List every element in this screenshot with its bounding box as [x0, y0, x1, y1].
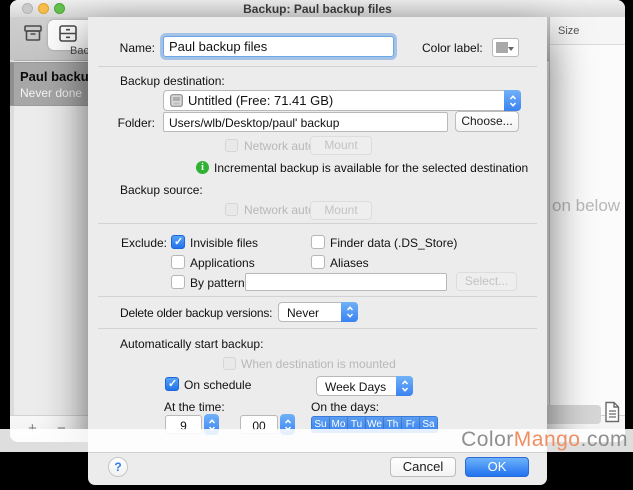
divider — [98, 296, 537, 297]
by-pattern-checkbox[interactable] — [171, 275, 185, 289]
on-schedule-label: On schedule — [184, 378, 251, 392]
folder-label: Folder: — [96, 116, 155, 130]
titlebar: Backup: Paul backup files — [10, 0, 625, 18]
name-input[interactable]: Paul backup files — [163, 36, 394, 57]
source-network-automount-checkbox[interactable] — [225, 203, 238, 216]
network-automount-checkbox[interactable] — [225, 139, 238, 152]
color-label-dropdown[interactable] — [492, 38, 519, 57]
schedule-popup[interactable]: Week Days — [316, 376, 413, 396]
backup-settings-sheet: Name: Paul backup files Color label: Bac… — [88, 17, 547, 485]
watermark-part3: .com — [580, 428, 628, 451]
document-icon[interactable] — [603, 401, 621, 428]
delete-versions-value: Never — [287, 306, 319, 320]
divider — [98, 66, 537, 67]
time-label: At the time: — [164, 400, 225, 414]
invisible-files-checkbox[interactable] — [171, 235, 185, 249]
cancel-button[interactable]: Cancel — [390, 457, 456, 477]
autostart-label: Automatically start backup: — [120, 337, 263, 351]
name-label: Name: — [96, 41, 155, 55]
divider — [98, 223, 537, 224]
when-mounted-checkbox[interactable] — [223, 357, 236, 370]
color-swatch — [496, 42, 508, 53]
source-label: Backup source: — [120, 183, 203, 197]
invisible-files-label: Invisible files — [190, 236, 258, 250]
delete-versions-popup[interactable]: Never — [278, 302, 358, 322]
on-schedule-checkbox[interactable] — [165, 377, 179, 391]
popup-arrows-icon — [504, 90, 521, 111]
size-column-label: Size — [558, 25, 579, 37]
help-button[interactable]: ? — [108, 457, 128, 477]
color-label: Color label: — [422, 41, 483, 55]
source-mount-button[interactable]: Mount — [310, 201, 372, 220]
screenshot-canvas: Backup: Paul backup files Backup Paul ba… — [0, 0, 633, 490]
chevron-down-icon — [508, 47, 514, 51]
sidebar-item-title: Paul backup — [20, 69, 96, 84]
mount-button[interactable]: Mount — [310, 136, 372, 155]
applications-checkbox[interactable] — [171, 255, 185, 269]
file-list-panel: Size on below — [549, 17, 625, 415]
select-button[interactable]: Select... — [456, 272, 517, 291]
incremental-note: Incremental backup is available for the … — [214, 161, 528, 175]
schedule-value: Week Days — [325, 380, 386, 394]
finder-data-checkbox[interactable] — [311, 235, 325, 249]
divider — [88, 452, 547, 453]
window-edge-strip — [10, 60, 14, 415]
sidebar-item-backup-project[interactable]: Paul backup Never done — [10, 62, 96, 106]
sidebar-item-status: Never done — [20, 86, 82, 100]
applications-label: Applications — [190, 256, 255, 270]
exclude-label: Exclude: — [96, 236, 167, 250]
days-label: On the days: — [311, 400, 379, 414]
popup-arrows-icon — [396, 376, 413, 396]
folder-input[interactable]: Users/wlb/Desktop/paul' backup — [163, 112, 448, 132]
window-title: Backup: Paul backup files — [10, 2, 625, 16]
destination-popup[interactable]: Untitled (Free: 71.41 GB) — [163, 90, 521, 111]
destination-value: Untitled (Free: 71.41 GB) — [188, 93, 333, 108]
popup-arrows-icon — [341, 302, 358, 322]
aliases-label: Aliases — [330, 256, 369, 270]
pattern-input[interactable] — [245, 273, 447, 291]
watermark-part2: Mango — [514, 428, 581, 451]
disk-icon — [170, 94, 183, 110]
delete-versions-label: Delete older backup versions: — [120, 306, 272, 320]
empty-list-hint: on below — [552, 196, 620, 216]
destination-label: Backup destination: — [120, 74, 225, 88]
ok-button[interactable]: OK — [465, 457, 529, 477]
by-pattern-label: By pattern: — [190, 276, 248, 290]
finder-data-label: Finder data (.DS_Store) — [330, 236, 457, 250]
divider — [98, 328, 537, 329]
bottom-toolbar-chip — [545, 405, 601, 424]
aliases-checkbox[interactable] — [311, 255, 325, 269]
size-column-header[interactable]: Size — [550, 17, 625, 45]
choose-button[interactable]: Choose... — [455, 111, 519, 132]
watermark: ColorMango.com — [0, 429, 633, 452]
watermark-part1: Color — [461, 428, 514, 451]
when-mounted-label: When destination is mounted — [241, 357, 396, 371]
info-icon — [196, 161, 209, 174]
archive-box-icon[interactable] — [22, 22, 44, 49]
